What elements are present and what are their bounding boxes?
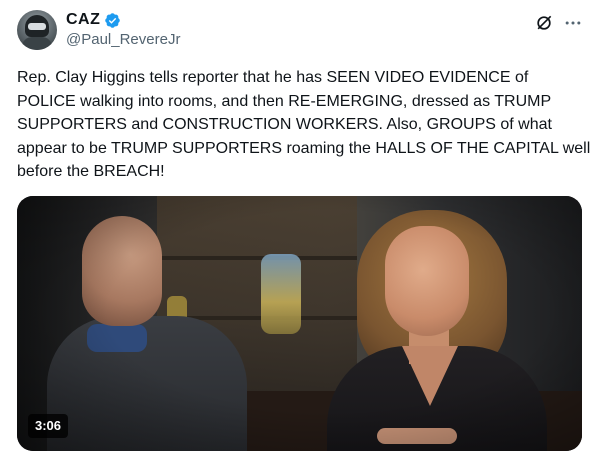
tweet-text: Rep. Clay Higgins tells reporter that he… bbox=[17, 69, 591, 180]
avatar-body bbox=[22, 37, 52, 50]
tweet-card[interactable]: CAZ @Paul_ReverеJr Rep. Clay Higgins tel… bbox=[0, 0, 608, 457]
more-icon[interactable] bbox=[563, 13, 583, 33]
author-display-name[interactable]: CAZ bbox=[66, 11, 100, 29]
grok-icon[interactable] bbox=[534, 13, 554, 33]
author-name-row: CAZ bbox=[66, 10, 121, 30]
video-duration-badge: 3:06 bbox=[28, 414, 69, 438]
avatar-visor bbox=[28, 23, 46, 30]
author-handle[interactable]: @Paul_ReverеJr bbox=[66, 31, 180, 48]
video-thumbnail bbox=[17, 196, 582, 451]
video-player[interactable]: 3:06 bbox=[17, 196, 582, 451]
avatar[interactable] bbox=[17, 10, 57, 50]
verified-badge-icon[interactable] bbox=[104, 12, 121, 29]
